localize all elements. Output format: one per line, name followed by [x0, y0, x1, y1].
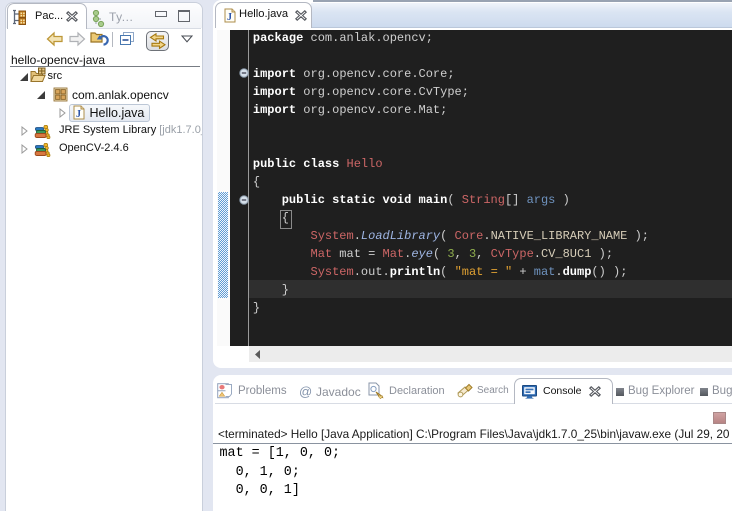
svg-text:J: J: [76, 109, 81, 120]
svg-text:J: J: [227, 12, 232, 23]
